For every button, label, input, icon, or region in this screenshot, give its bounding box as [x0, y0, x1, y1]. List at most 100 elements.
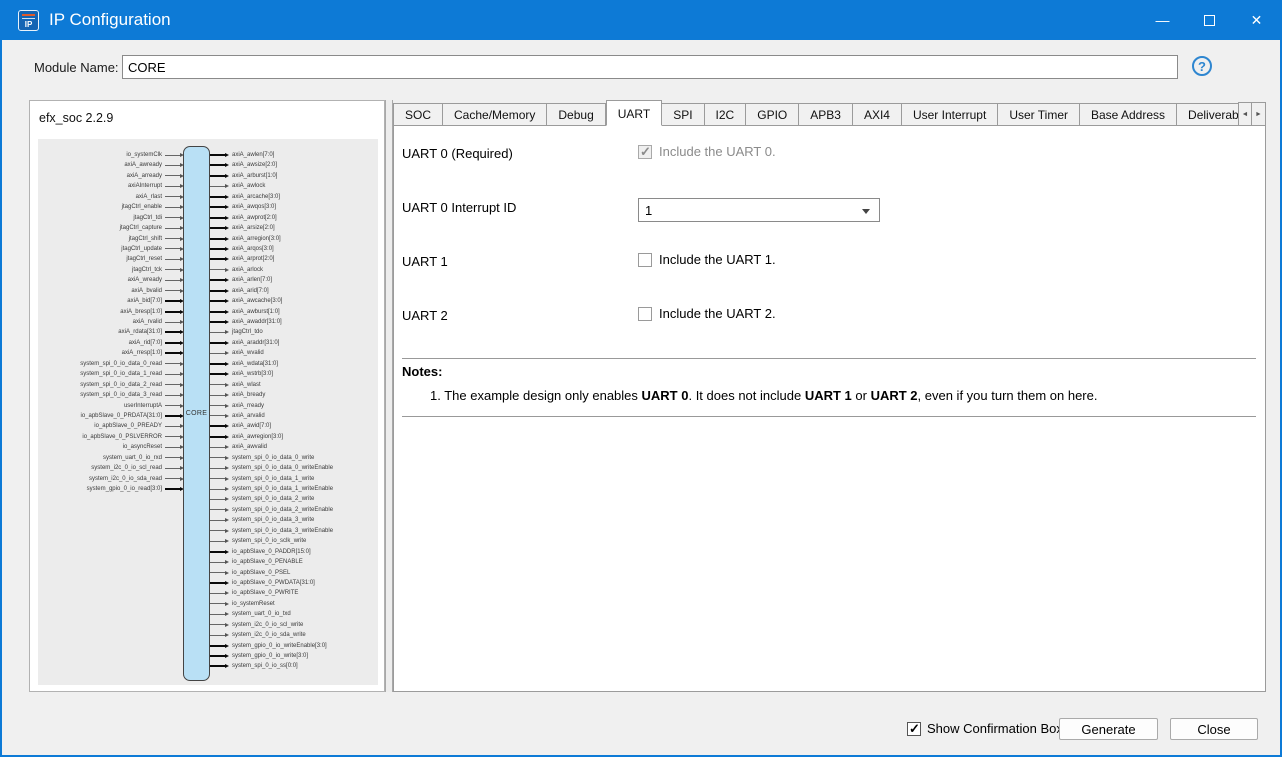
input-pin-row: axiA_wready [38, 275, 184, 285]
help-icon[interactable]: ? [1192, 56, 1212, 76]
pin-line [210, 373, 225, 375]
show-confirmation-checkbox[interactable] [907, 722, 921, 736]
pin-line [210, 665, 225, 667]
tab-scroll-right-button[interactable]: ► [1252, 102, 1266, 126]
pin-arrow-icon [225, 216, 229, 220]
tab-uart[interactable]: UART [606, 100, 662, 126]
output-pin-row: io_apbSlave_0_PENABLE [210, 557, 378, 567]
pin-line [210, 603, 225, 604]
pin-label: jtagCtrl_reset [126, 256, 162, 262]
pin-arrow-icon [225, 497, 229, 501]
pin-arrow-icon [225, 341, 229, 345]
pin-label: axiA_rid[7:0] [129, 340, 162, 346]
tab-cache-memory[interactable]: Cache/Memory [443, 103, 547, 126]
tab-gpio[interactable]: GPIO [746, 103, 799, 126]
pin-label: axiA_rdata[31:0] [118, 329, 162, 335]
pin-arrow-icon [225, 539, 229, 543]
close-button[interactable]: ✕ [1233, 0, 1280, 40]
maximize-button[interactable] [1186, 0, 1233, 40]
tab-scroll-left-button[interactable]: ◄ [1238, 102, 1252, 126]
pin-label: jtagCtrl_tdo [232, 329, 263, 335]
pin-label: system_spi_0_io_data_0_read [80, 361, 162, 367]
pin-label: axiA_bresp[1:0] [120, 309, 162, 315]
tab-deliverables[interactable]: Deliverables [1177, 103, 1238, 126]
pin-line [165, 165, 180, 166]
pin-label: system_spi_0_io_ss[0:0] [232, 663, 298, 669]
input-pin-row: system_uart_0_io_rxd [38, 452, 184, 462]
tab-axi4[interactable]: AXI4 [853, 103, 902, 126]
notes-divider-top [402, 358, 1256, 359]
pin-label: axiA_awsize[2:0] [232, 162, 277, 168]
input-pin-row: axiA_awready [38, 160, 184, 170]
pin-label: system_spi_0_io_data_3_writeEnable [232, 528, 333, 534]
pin-line [210, 196, 225, 198]
tab-user-interrupt[interactable]: User Interrupt [902, 103, 998, 126]
pin-label: axiAInterrupt [128, 183, 162, 189]
pin-label: axiA_araddr[31:0] [232, 340, 279, 346]
pin-label: axiA_bid[7:0] [127, 298, 162, 304]
pin-line [165, 175, 180, 176]
output-pin-row: axiA_awqos[3:0] [210, 202, 378, 212]
module-name-input[interactable] [122, 55, 1178, 79]
output-pin-row: axiA_arburst[1:0] [210, 171, 378, 181]
minimize-button[interactable]: — [1139, 0, 1186, 40]
tab-debug[interactable]: Debug [547, 103, 605, 126]
output-pin-row: system_gpio_0_io_writeEnable[3:0] [210, 640, 378, 650]
output-pin-row: system_spi_0_io_sclk_write [210, 536, 378, 546]
include-checkbox[interactable] [638, 253, 652, 267]
pin-line [210, 530, 225, 531]
tab-user-timer[interactable]: User Timer [998, 103, 1080, 126]
pin-label: axiA_arsize[2:0] [232, 225, 275, 231]
input-pin-row: jtagCtrl_reset [38, 254, 184, 264]
pin-line [210, 258, 225, 260]
tab-i2c[interactable]: I2C [705, 103, 747, 126]
pin-line [210, 551, 225, 553]
pin-label: system_gpio_0_io_write[3:0] [232, 653, 308, 659]
pin-arrow-icon [225, 310, 229, 314]
pin-label: jtagCtrl_enable [122, 204, 162, 210]
pin-line [210, 363, 225, 365]
pin-label: axiA_rlast [136, 194, 162, 200]
pin-label: axiA_wdata[31:0] [232, 361, 278, 367]
pin-line [210, 582, 225, 584]
pin-arrow-icon [225, 602, 229, 606]
config-row-control: Include the UART 2. [638, 306, 776, 321]
pin-label: jtagCtrl_update [121, 246, 162, 252]
pin-label: axiA_wstrb[3:0] [232, 371, 273, 377]
pin-line [210, 635, 225, 636]
pin-line [210, 217, 225, 219]
output-pin-row: system_spi_0_io_data_1_writeEnable [210, 484, 378, 494]
tab-base-address[interactable]: Base Address [1080, 103, 1177, 126]
pin-label: system_spi_0_io_data_2_read [80, 382, 162, 388]
pin-line [210, 447, 225, 448]
output-pin-row: system_spi_0_io_data_0_write [210, 452, 378, 462]
pin-label: system_i2c_0_io_scl_read [91, 465, 162, 471]
pin-arrow-icon [225, 612, 229, 616]
pin-line [165, 259, 180, 260]
generate-button[interactable]: Generate [1059, 718, 1158, 740]
panel-splitter[interactable] [385, 100, 393, 692]
config-row-label: UART 2 [402, 308, 448, 323]
pin-arrow-icon [225, 330, 229, 334]
tab-apb3[interactable]: APB3 [799, 103, 853, 126]
tab-spi[interactable]: SPI [662, 103, 704, 126]
pin-label: axiA_arburst[1:0] [232, 173, 277, 179]
close-dialog-button[interactable]: Close [1170, 718, 1258, 740]
pin-label: axiA_rresp[1:0] [122, 350, 162, 356]
pin-label: jtagCtrl_shift [129, 236, 162, 242]
interrupt-id-dropdown[interactable]: 1 [638, 198, 880, 222]
pin-line [210, 468, 225, 469]
pin-line [210, 206, 225, 208]
pin-line [165, 395, 180, 396]
pin-arrow-icon [225, 351, 229, 355]
pin-label: axiA_awlen[7:0] [232, 152, 274, 158]
pin-arrow-icon [225, 278, 229, 282]
input-pin-row: io_apbSlave_0_PSLVERROR [38, 432, 184, 442]
tab-soc[interactable]: SOC [393, 103, 443, 126]
include-checkbox[interactable] [638, 307, 652, 321]
pin-label: axiA_arvalid [232, 413, 265, 419]
pin-arrow-icon [225, 529, 229, 533]
pin-line [210, 489, 225, 490]
pin-arrow-icon [225, 163, 229, 167]
pin-arrow-icon [225, 560, 229, 564]
